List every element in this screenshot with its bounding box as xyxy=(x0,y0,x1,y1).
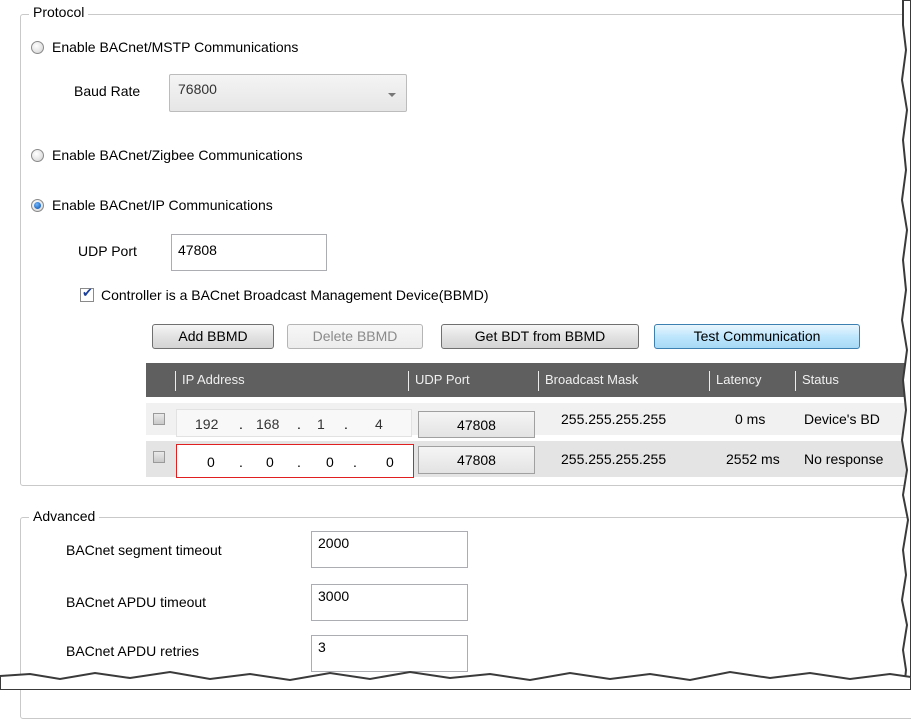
torn-edge-decoration xyxy=(0,0,911,690)
